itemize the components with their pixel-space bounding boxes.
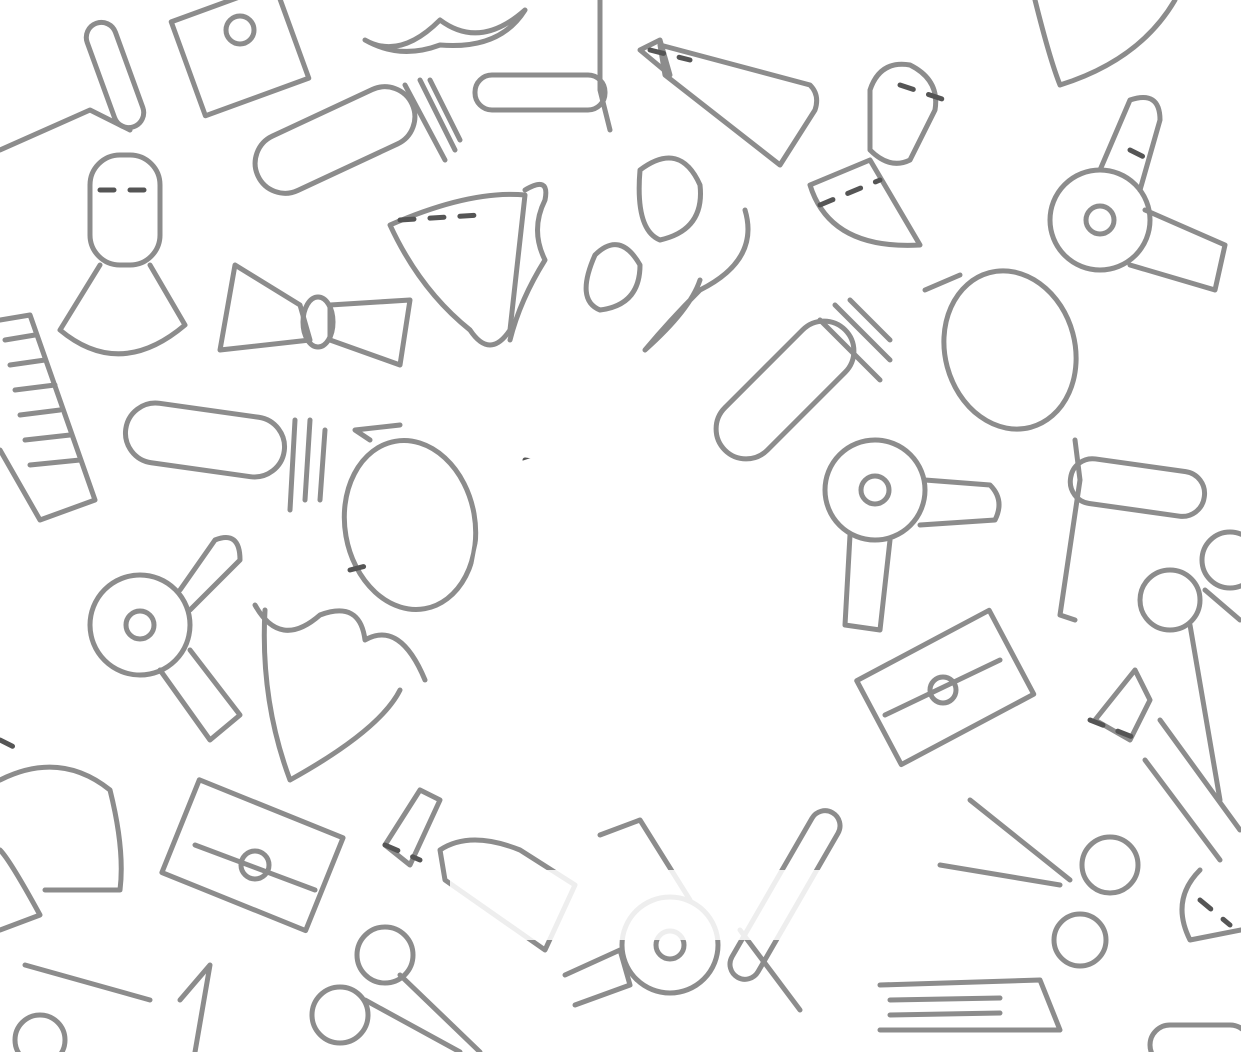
spray-bottle-icon [382,787,578,953]
beard-icon [387,181,549,348]
safety-razor-icon [12,962,213,1052]
hand-mirror-icon [341,422,479,612]
hair-dryer-icon [822,437,1002,633]
shaving-brush-icon [57,152,188,357]
hair-clipper-icon [252,77,463,196]
logo-tagline [300,962,1020,1022]
pattern-accent-strokes [0,47,1233,928]
razor-blade-icon [159,777,346,934]
safety-razor-icon [472,0,613,133]
hair-dryer-icon [87,535,243,743]
hair-clipper-icon [713,297,893,462]
mustache-icon [362,7,528,54]
hand-mirror-icon [922,268,1079,432]
beard-icon [1032,0,1178,88]
barber-cape-icon [0,764,124,933]
spray-bottle-icon [637,37,820,168]
hair-clipper-icon [122,400,328,513]
razor-blade-icon [168,0,312,119]
safety-razor-icon [1057,437,1208,623]
hair-dryer-icon [1047,95,1228,293]
razor-blade-icon [854,607,1037,768]
hair-clipper-icon [1147,867,1241,1052]
beard-icon [252,602,428,783]
scissors-icon [937,797,1141,969]
shaving-brush-icon [807,61,939,248]
barber-pattern-background [0,0,1241,1052]
straight-razor-icon [0,19,147,153]
spray-bottle-icon [1092,667,1241,863]
bow-tie-icon [217,262,413,368]
mustache-icon [583,155,751,353]
